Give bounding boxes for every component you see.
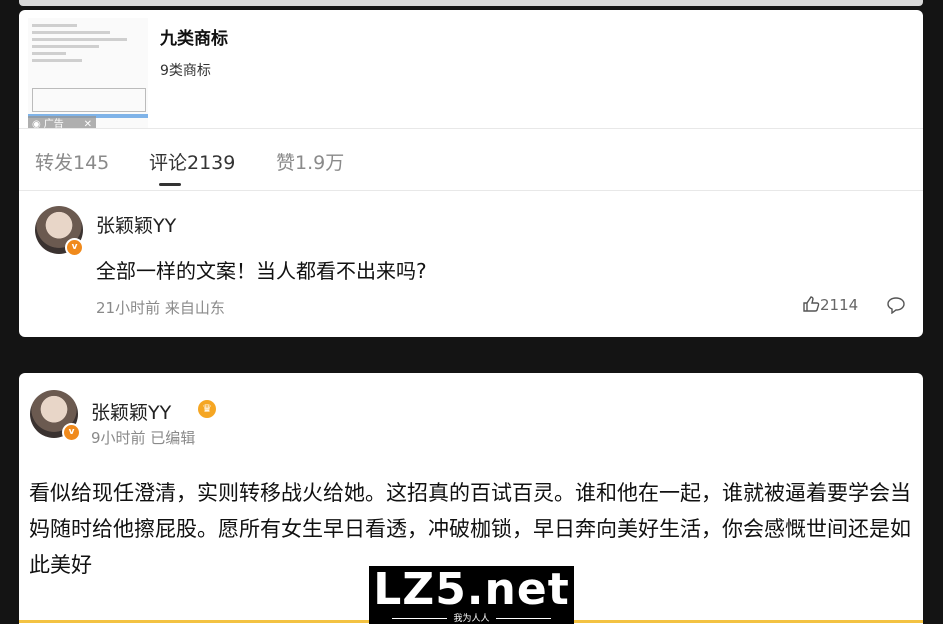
eye-icon: ◉	[32, 119, 41, 128]
like-button[interactable]: 2114	[802, 295, 858, 314]
ad-subtitle: 9类商标	[160, 63, 211, 79]
watermark-text: LZ5.net	[373, 564, 570, 615]
ad-thumbnail[interactable]: ◉ 广告 ✕	[28, 18, 148, 128]
ad-thumbnail-text	[32, 24, 144, 66]
ad-title[interactable]: 九类商标	[160, 24, 228, 49]
verified-icon: v	[65, 238, 84, 257]
divider	[19, 128, 923, 129]
close-icon[interactable]: ✕	[84, 116, 92, 128]
divider	[19, 190, 923, 191]
watermark-logo: LZ5.net 我为人人	[369, 564, 574, 624]
tab-likes[interactable]: 赞1.9万	[276, 148, 344, 175]
reply-button[interactable]	[886, 296, 906, 315]
comment-icon	[887, 297, 905, 315]
post-username[interactable]: 张颖颖YY	[91, 398, 171, 425]
comment-meta: 21小时前 来自山东	[96, 299, 225, 317]
crown-icon: ♛	[198, 400, 216, 418]
previous-card-edge	[19, 0, 923, 6]
thumbs-up-icon	[803, 296, 820, 312]
tab-reposts[interactable]: 转发145	[35, 148, 109, 175]
watermark-slogan: 我为人人	[369, 611, 574, 624]
comment-text: 全部一样的文案！当人都看不出来吗?	[96, 259, 427, 283]
post-card: ◉ 广告 ✕ 九类商标 9类商标 转发145 评论2139 赞1.9万 v 张颖颖…	[19, 10, 923, 337]
verified-icon: v	[62, 423, 81, 442]
ad-tag-label: 广告	[43, 119, 64, 128]
comment-username[interactable]: 张颖颖YY	[96, 211, 176, 238]
post-meta: 9小时前 已编辑	[91, 429, 196, 447]
active-tab-indicator	[159, 183, 181, 186]
tab-comments[interactable]: 评论2139	[149, 148, 235, 175]
like-count: 2114	[820, 296, 859, 314]
ad-tag[interactable]: ◉ 广告 ✕	[28, 116, 96, 128]
ad-thumbnail-table	[32, 88, 146, 112]
